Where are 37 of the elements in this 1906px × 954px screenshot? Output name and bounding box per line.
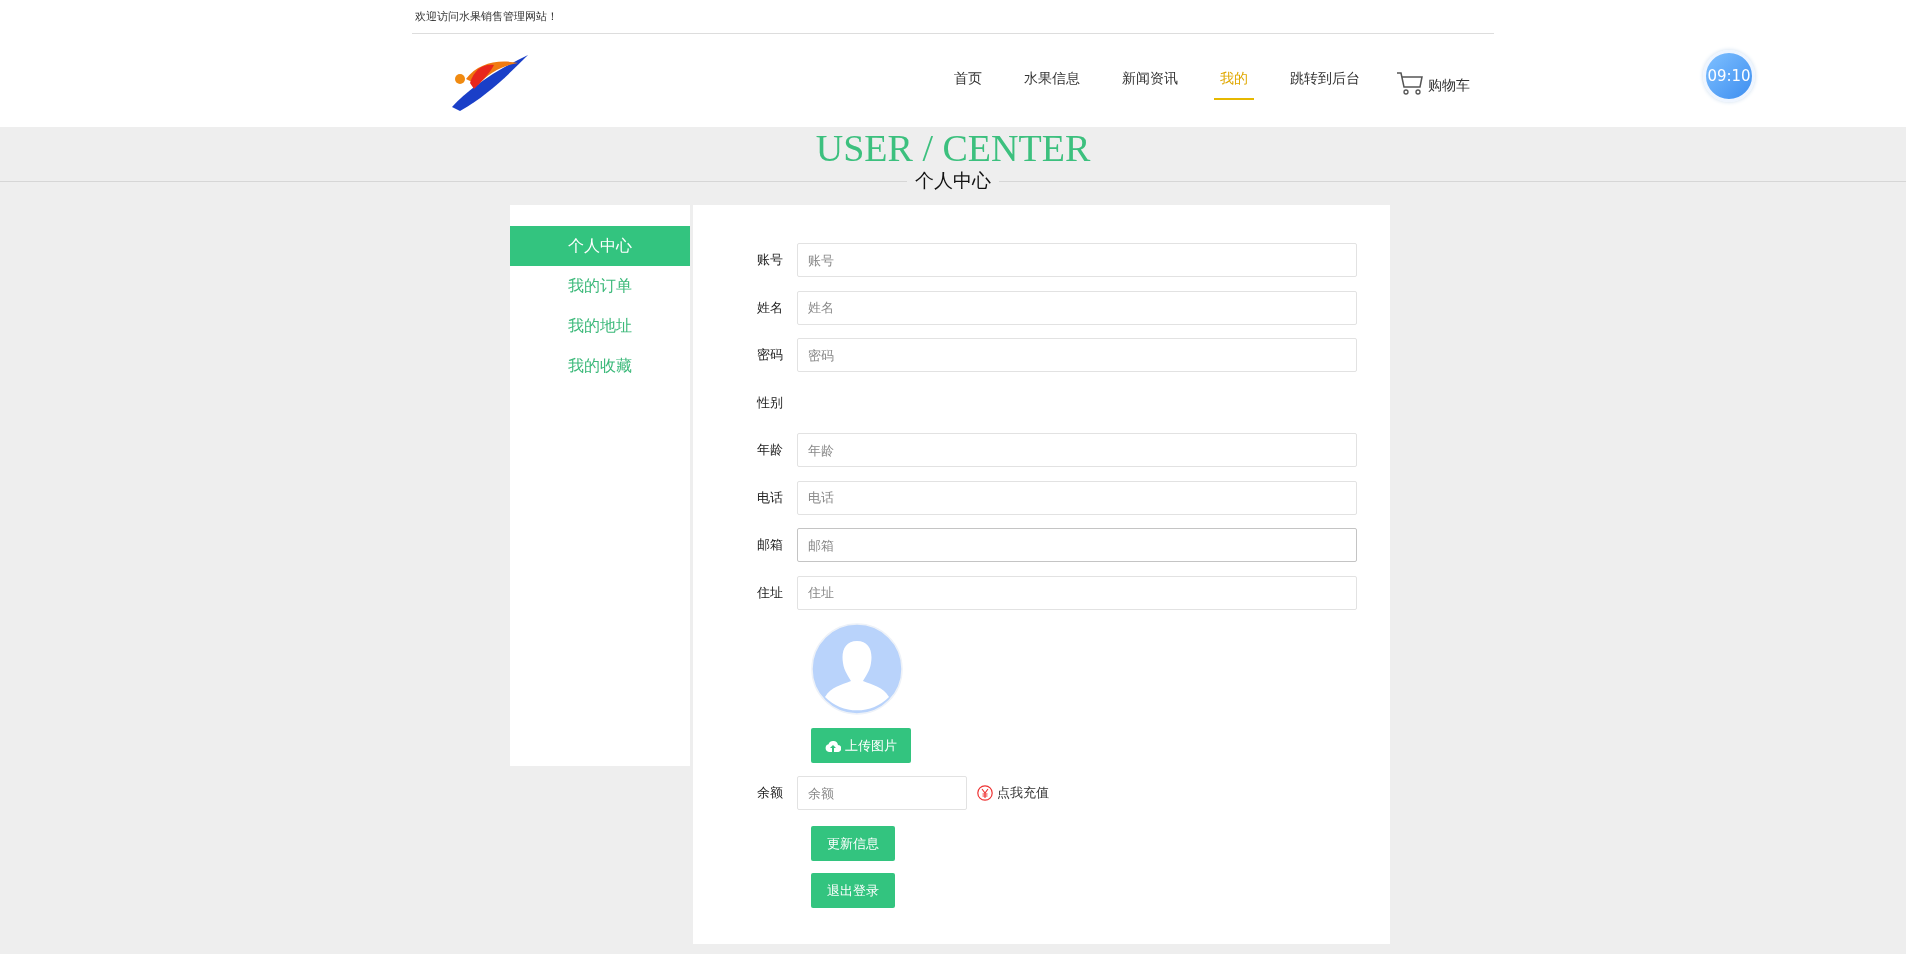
input-field[interactable]: 年龄: [797, 433, 1357, 467]
page-subtitle: 个人中心: [915, 168, 991, 193]
field-label: 电话: [756, 488, 784, 507]
recharge-link[interactable]: 点我充值: [977, 784, 1049, 802]
field-label: 账号: [756, 251, 784, 269]
action-button[interactable]: 更新信息: [811, 826, 895, 861]
field-label: 住址: [756, 583, 784, 602]
sidebar-item[interactable]: 我的收藏: [510, 346, 690, 386]
input-field[interactable]: 住址: [797, 575, 1357, 610]
input-field[interactable]: 账号: [797, 243, 1357, 277]
field-label: 密码: [756, 346, 784, 364]
sidebar-item[interactable]: 个人中心: [510, 226, 690, 266]
field-label: 姓名: [756, 298, 784, 317]
cart-link[interactable]: 购物车: [1396, 66, 1470, 95]
nav-link[interactable]: 跳转到后台: [1284, 61, 1366, 100]
nav-link[interactable]: 首页: [948, 61, 988, 100]
input-field[interactable]: 电话: [797, 480, 1357, 515]
welcome-text: 欢迎访问水果销售管理网站！: [414, 9, 558, 24]
nav-link[interactable]: 新闻资讯: [1116, 61, 1184, 100]
cloud-upload-icon: [825, 739, 841, 752]
upload-image-button[interactable]: 上传图片: [811, 728, 911, 763]
nav-link[interactable]: 水果信息: [1018, 61, 1086, 100]
field-label: 年龄: [756, 441, 784, 459]
nav-link[interactable]: 我的: [1214, 61, 1254, 100]
input-field[interactable]: 余额: [797, 776, 967, 810]
input-field[interactable]: 邮箱: [797, 528, 1357, 562]
action-button[interactable]: 退出登录: [811, 873, 895, 908]
page-title: USER / CENTER: [815, 127, 1091, 169]
yen-icon: [977, 785, 993, 801]
field-label: 性别: [756, 393, 784, 412]
sidebar-item[interactable]: 我的订单: [510, 266, 690, 306]
sidebar-item[interactable]: 我的地址: [510, 306, 690, 346]
cart-icon: [1396, 70, 1424, 95]
field-label: 余额: [756, 784, 784, 802]
input-field[interactable]: 姓名: [797, 290, 1357, 325]
field-label: 邮箱: [756, 536, 784, 554]
input-field[interactable]: 密码: [797, 338, 1357, 372]
